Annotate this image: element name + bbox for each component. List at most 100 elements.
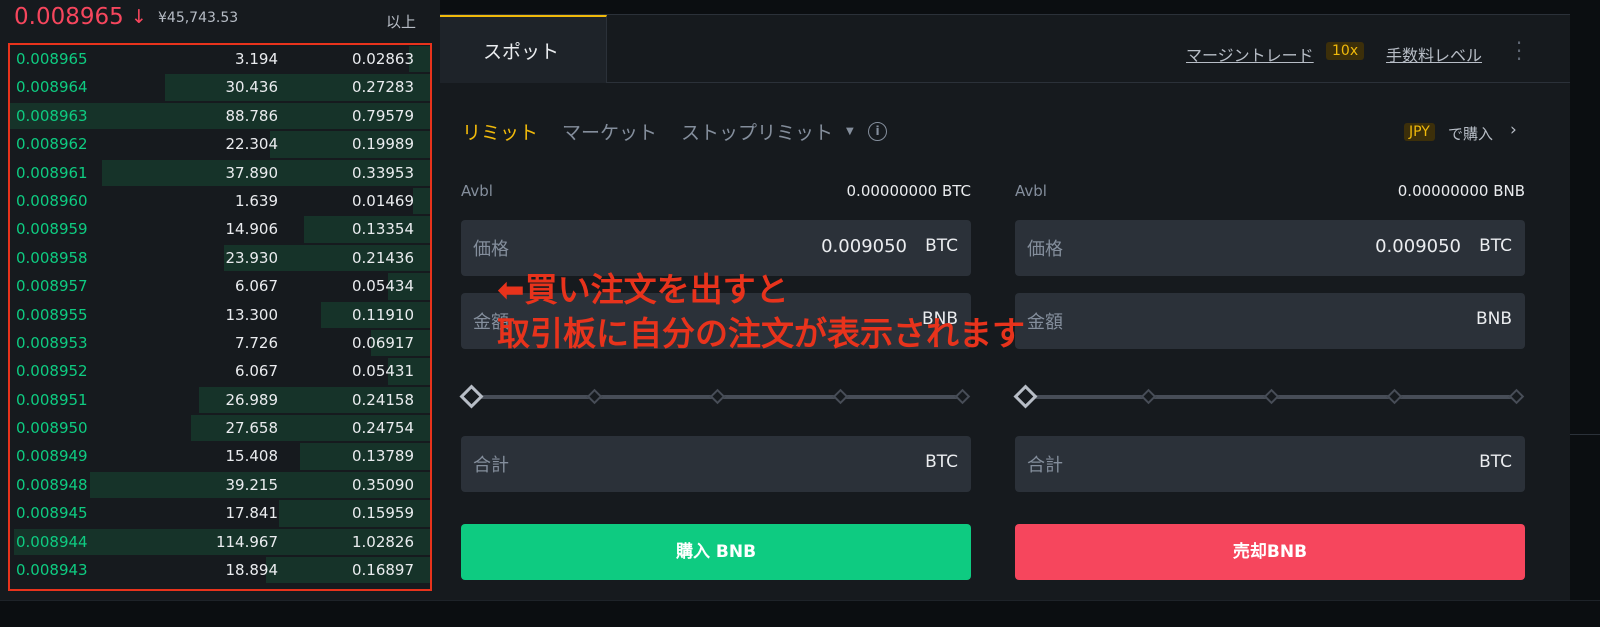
order-book-row[interactable]: 0.008953 7.726 0.06917 (10, 329, 430, 357)
order-price: 0.008961 (16, 163, 88, 182)
order-book-row[interactable]: 0.008951 26.989 0.24158 (10, 386, 430, 414)
order-book-row[interactable]: 0.008952 6.067 0.05431 (10, 357, 430, 385)
buy-total-label: 合計 (473, 455, 509, 476)
order-price: 0.008963 (16, 106, 88, 125)
order-book-row[interactable]: 0.008959 14.906 0.13354 (10, 215, 430, 243)
order-price: 0.008958 (16, 248, 88, 267)
order-book-row[interactable]: 0.008962 22.304 0.19989 (10, 130, 430, 158)
order-total: 0.24158 (351, 390, 414, 409)
order-book-row[interactable]: 0.008950 27.658 0.24754 (10, 414, 430, 442)
slider-tick-100[interactable] (1508, 388, 1525, 405)
sell-price-unit: BTC (1479, 236, 1512, 256)
slider-handle[interactable] (459, 384, 484, 409)
order-book-row[interactable]: 0.008963 88.786 0.79579 (10, 102, 430, 130)
annotation-line-2: 取引板に自分の注文が表示されます (497, 314, 1025, 353)
sell-amount-unit: BNB (1475, 309, 1512, 329)
buy-price-unit: BTC (925, 236, 958, 256)
order-price: 0.008960 (16, 191, 88, 210)
order-total: 0.79579 (351, 106, 414, 125)
slider-tick-75[interactable] (1386, 388, 1403, 405)
order-book-row[interactable]: 0.008958 23.930 0.21436 (10, 244, 430, 272)
order-price: 0.008952 (16, 362, 88, 381)
order-price: 0.008959 (16, 220, 88, 239)
order-book-row[interactable]: 0.008944 114.967 1.02826 (10, 528, 430, 556)
order-price: 0.008962 (16, 135, 88, 154)
sell-total-unit: BTC (1479, 452, 1512, 472)
sell-avbl-label: Avbl (1015, 182, 1047, 200)
order-price: 0.008953 (16, 333, 88, 352)
order-price: 0.008955 (16, 305, 88, 324)
order-book-row[interactable]: 0.008960 1.639 0.01469 (10, 187, 430, 215)
order-price: 0.008951 (16, 390, 88, 409)
slider-tick-100[interactable] (954, 388, 971, 405)
order-total: 0.13354 (351, 220, 414, 239)
order-total: 0.02863 (351, 50, 414, 68)
order-book-header: 0.008965 ↓ ¥45,743.53 以上 (0, 0, 440, 38)
order-book-row[interactable]: 0.008949 15.408 0.13789 (10, 442, 430, 470)
buy-bnb-button[interactable]: 購入 BNB (461, 524, 971, 580)
order-amount: 37.890 (225, 163, 279, 182)
order-book-row[interactable]: 0.008957 6.067 0.05434 (10, 272, 430, 300)
order-total: 0.19989 (351, 135, 414, 154)
order-amount: 27.658 (225, 419, 279, 438)
sell-avbl-value: 0.00000000 BNB (1397, 182, 1525, 200)
slider-tick-25[interactable] (586, 388, 603, 405)
sell-percent-slider[interactable] (1013, 384, 1525, 409)
order-total: 0.33953 (351, 163, 414, 182)
order-total: 0.11910 (351, 305, 414, 324)
order-book: 0.008965 ↓ ¥45,743.53 以上 0.008965 3.194 0.… (0, 0, 440, 627)
chart-timeline (440, 0, 1570, 14)
more-link[interactable]: 以上 (386, 11, 416, 32)
buy-price-value[interactable]: 0.009050 (821, 236, 907, 257)
sell-bnb-button[interactable]: 売却BNB (1015, 524, 1525, 580)
order-amount: 26.989 (225, 390, 279, 409)
order-price: 0.008948 (16, 475, 88, 494)
slider-tick-50[interactable] (1263, 388, 1280, 405)
order-total: 1.02826 (351, 532, 414, 551)
slider-tick-75[interactable] (832, 388, 849, 405)
order-total: 0.01469 (351, 191, 414, 210)
order-total: 0.13789 (351, 447, 414, 466)
slider-tick-50[interactable] (709, 388, 726, 405)
order-amount: 30.436 (225, 78, 279, 97)
order-total: 0.21436 (351, 248, 414, 267)
order-total: 0.16897 (351, 561, 414, 580)
sell-amount-input[interactable]: 金額 BNB (1015, 293, 1525, 349)
annotation-line-1: ⬅買い注文を出すと (497, 270, 789, 309)
order-amount: 7.726 (235, 333, 278, 352)
order-total: 0.05434 (351, 277, 414, 296)
order-total: 0.35090 (351, 475, 414, 494)
order-amount: 88.786 (225, 106, 279, 125)
order-price: 0.008950 (16, 419, 88, 438)
sell-price-value[interactable]: 0.009050 (1375, 236, 1461, 257)
order-amount: 18.894 (225, 561, 279, 580)
slider-tick-25[interactable] (1140, 388, 1157, 405)
order-book-row[interactable]: 0.008943 18.894 0.16897 (10, 556, 430, 584)
order-book-row[interactable]: 0.008965 3.194 0.02863 (10, 45, 430, 73)
order-price: 0.008964 (16, 78, 88, 97)
order-book-row[interactable]: 0.008948 39.215 0.35090 (10, 471, 430, 499)
sell-form: Avbl 0.00000000 BNB 価格 0.009050 BTC 金額 B… (1013, 15, 1525, 601)
order-total: 0.27283 (351, 78, 414, 97)
order-book-row[interactable]: 0.008945 17.841 0.15959 (10, 499, 430, 527)
order-amount: 14.906 (225, 220, 279, 239)
last-price: 0.008965 (14, 4, 124, 30)
buy-avbl-label: Avbl (461, 182, 493, 200)
right-edge-panel (1570, 0, 1600, 627)
sell-price-input[interactable]: 価格 0.009050 BTC (1015, 220, 1525, 276)
sell-amount-label: 金額 (1027, 312, 1063, 333)
slider-handle[interactable] (1013, 384, 1038, 409)
order-amount: 23.930 (225, 248, 279, 267)
buy-total-input[interactable]: 合計 BTC (461, 436, 971, 492)
order-amount: 114.967 (215, 532, 278, 551)
order-book-row[interactable]: 0.008964 30.436 0.27283 (10, 73, 430, 101)
buy-percent-slider[interactable] (459, 384, 971, 409)
order-amount: 1.639 (235, 191, 278, 210)
order-amount: 15.408 (225, 447, 279, 466)
order-amount: 22.304 (225, 135, 279, 154)
order-total: 0.24754 (351, 419, 414, 438)
order-price: 0.008943 (16, 561, 88, 580)
sell-total-input[interactable]: 合計 BTC (1015, 436, 1525, 492)
order-book-row[interactable]: 0.008961 37.890 0.33953 (10, 159, 430, 187)
order-book-row[interactable]: 0.008955 13.300 0.11910 (10, 301, 430, 329)
